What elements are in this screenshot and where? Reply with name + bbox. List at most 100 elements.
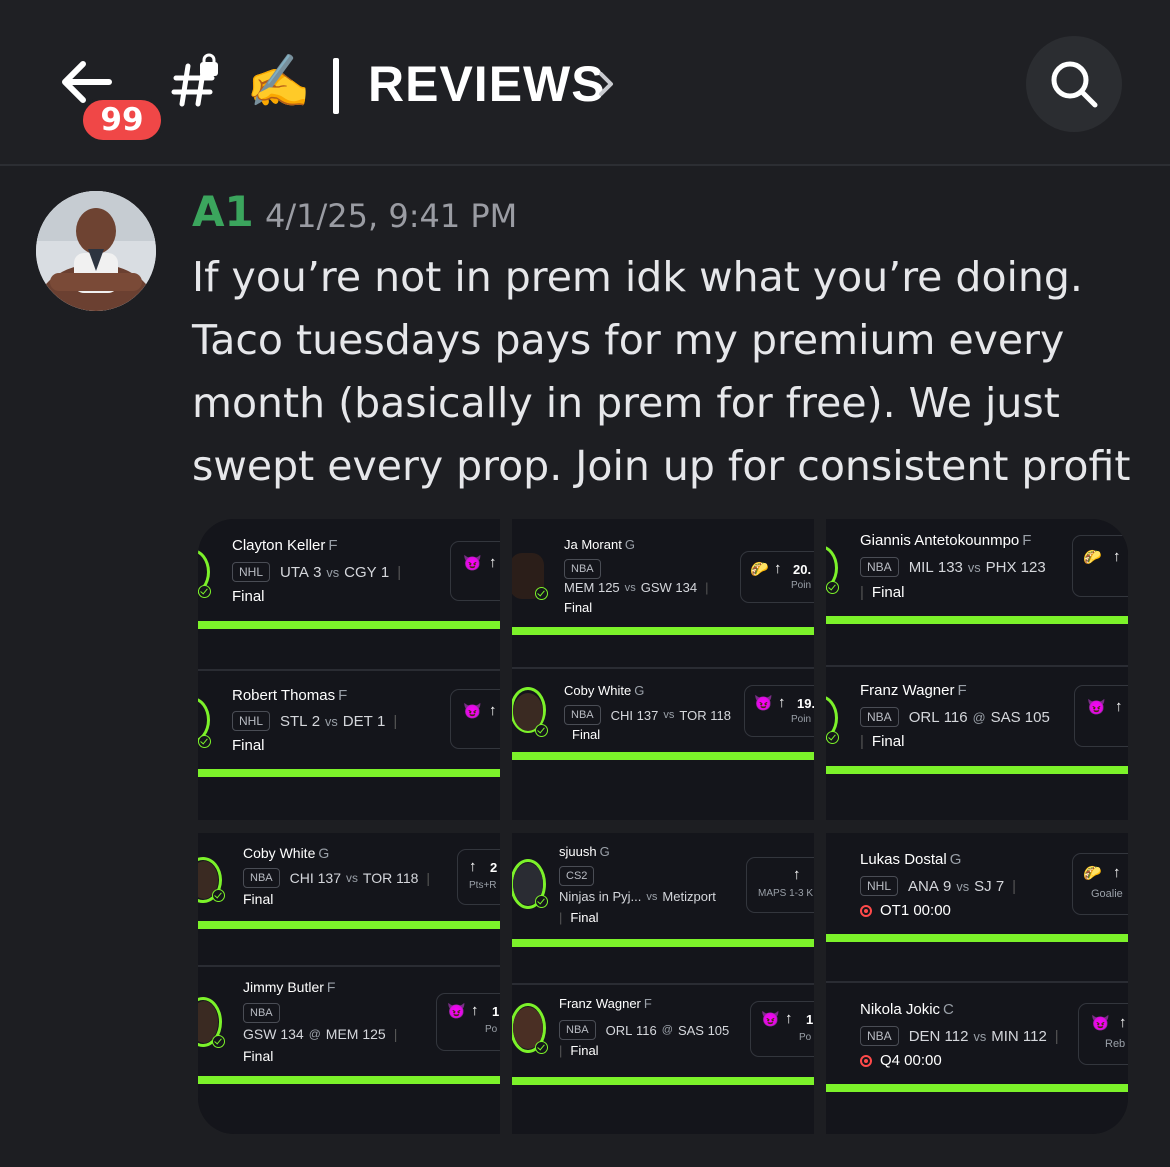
game-score: MEM 125 vs GSW 134 |: [564, 580, 709, 595]
game-line: NBA MIL 133 vs PHX 123: [860, 557, 1046, 577]
player-name: Franz Wagner F: [860, 682, 967, 699]
arrow-up-icon: ↑: [471, 1002, 479, 1019]
live-indicator-icon: [860, 904, 872, 917]
league-tag: NBA: [860, 707, 899, 727]
player-name: Lukas Dostal G: [860, 851, 962, 868]
attachment-image[interactable]: Ja Morant G NBA MEM 125 vs GSW 134 | Final…: [512, 519, 814, 820]
game-line: NHL UTA 3 vs CGY 1 |: [232, 562, 401, 582]
result-bar: [512, 939, 814, 947]
check-icon: [826, 581, 839, 594]
devil-emoji-icon: 😈: [1091, 1015, 1110, 1032]
check-icon: [212, 889, 225, 902]
prop-stat-box: 😈 ↑ 1 Po: [436, 993, 500, 1051]
arrow-up-icon: ↑: [774, 560, 782, 577]
devil-emoji-icon: 😈: [754, 695, 773, 712]
unread-badge: 99: [80, 97, 164, 143]
result-bar: [512, 627, 814, 635]
prop-card: Robert Thomas F NHL STL 2 vs DET 1 | Final…: [198, 671, 500, 820]
author-avatar[interactable]: [36, 191, 156, 311]
player-name: Giannis Antetokounmpo F: [860, 532, 1032, 549]
result-bar: [826, 934, 1128, 942]
prop-card: Coby White G NBA CHI 137 vs TOR 118 | Fina…: [198, 833, 500, 965]
prop-label: Poin: [791, 714, 812, 725]
arrow-up-icon: ↑: [1119, 1014, 1127, 1031]
game-status: | Final: [559, 910, 599, 925]
game-line: CS2: [559, 866, 604, 886]
devil-emoji-icon: 😈: [761, 1011, 780, 1028]
hash-lock-icon: [168, 52, 228, 112]
prop-card: Nikola Jokic C NBA DEN 112 vs MIN 112 | Q4…: [826, 983, 1128, 1134]
game-line: NBA DEN 112 vs MIN 112 |: [860, 1026, 1059, 1046]
attachment-image[interactable]: Giannis Antetokounmpo F NBA MIL 133 vs PH…: [826, 519, 1128, 820]
game-status: Final: [572, 727, 601, 742]
prop-stat-box: 🌮 ↑: [1072, 535, 1128, 597]
prop-card: Giannis Antetokounmpo F NBA MIL 133 vs PH…: [826, 519, 1128, 665]
game-line: NBA ORL 116 @ SAS 105: [559, 1020, 729, 1040]
game-status: Final: [243, 891, 274, 907]
game-status: OT1 00:00: [860, 902, 951, 919]
prop-value: 20.: [793, 562, 812, 577]
prop-card: Lukas Dostal G NHL ANA 9 vs SJ 7 | OT1 00:…: [826, 833, 1128, 981]
prop-label: Po: [799, 1032, 812, 1043]
prop-card: Clayton Keller F NHL UTA 3 vs CGY 1 | Fina…: [198, 519, 500, 669]
prop-card: sjuush G CS2 Ninjas in Pyj... vs Metizpor…: [512, 833, 814, 981]
prop-stat-box: 😈 ↑ 19. Poin: [744, 685, 814, 737]
prop-label: MAPS 1-3 K: [758, 888, 814, 899]
arrow-up-icon: ↑: [1115, 698, 1123, 715]
prop-label: Pts+R: [469, 880, 497, 891]
result-bar: [198, 621, 500, 629]
attachment-image[interactable]: Lukas Dostal G NHL ANA 9 vs SJ 7 | OT1 00:…: [826, 833, 1128, 1134]
player-name: Nikola Jokic C: [860, 1001, 954, 1018]
check-icon: [198, 585, 211, 598]
author-name[interactable]: A1: [192, 186, 254, 238]
league-tag: NBA: [564, 559, 601, 579]
prop-value: 2: [490, 860, 498, 875]
league-tag: CS2: [559, 866, 595, 886]
game-status: Final: [232, 588, 265, 605]
attachment-image[interactable]: Coby White G NBA CHI 137 vs TOR 118 | Fina…: [198, 833, 500, 1134]
chevron-right-icon[interactable]: [596, 66, 618, 102]
check-icon: [535, 895, 548, 908]
arrow-up-icon: ↑: [489, 702, 497, 719]
prop-stat-box: ↑ 2 Pts+R: [457, 849, 500, 905]
attachment-image[interactable]: sjuush G CS2 Ninjas in Pyj... vs Metizpor…: [512, 833, 814, 1134]
prop-stat-box: 😈 ↑ 1 Po: [750, 1001, 814, 1057]
prop-label: Reb: [1105, 1038, 1126, 1050]
check-icon: [535, 587, 548, 600]
game-line: NBA CHI 137 vs TOR 118: [564, 705, 731, 725]
attachment-image[interactable]: Clayton Keller F NHL UTA 3 vs CGY 1 | Fina…: [198, 519, 500, 820]
arrow-up-icon: ↑: [785, 1010, 793, 1027]
image-attachments-grid[interactable]: Clayton Keller F NHL UTA 3 vs CGY 1 | Fina…: [198, 519, 1128, 1134]
arrow-up-icon: ↑: [469, 858, 477, 875]
check-icon: [198, 735, 211, 748]
prop-stat-box: 😈 ↑: [450, 689, 500, 749]
game-line: NHL STL 2 vs DET 1 |: [232, 711, 397, 731]
game-status: Q4 00:00: [860, 1052, 942, 1069]
game-status: | Final: [860, 733, 905, 750]
devil-emoji-icon: 😈: [1087, 699, 1106, 716]
prop-stat-box: ↑ MAPS 1-3 K: [746, 857, 814, 913]
player-name: Franz Wagner F: [559, 996, 652, 1011]
taco-emoji-icon: 🌮: [1083, 549, 1102, 566]
taco-emoji-icon: 🌮: [750, 561, 769, 578]
game-status: Final: [232, 737, 265, 754]
player-name: Coby White G: [564, 683, 645, 698]
result-bar: [826, 1084, 1128, 1092]
game-status: Final: [564, 600, 593, 615]
prop-card: Jimmy Butler F NBA GSW 134 @ MEM 125 | Fin…: [198, 967, 500, 1134]
writing-hand-emoji: ✍️: [246, 52, 311, 112]
result-bar: [198, 769, 500, 777]
devil-emoji-icon: 😈: [463, 555, 482, 572]
league-tag: NHL: [860, 876, 899, 896]
search-button[interactable]: [1026, 36, 1122, 132]
search-icon: [1051, 61, 1098, 108]
arrow-up-icon: ↑: [1113, 548, 1121, 565]
game-status: | Final: [559, 1043, 599, 1058]
player-name: Ja Morant G: [564, 537, 635, 552]
result-bar: [198, 921, 500, 929]
channel-header: 99 ✍️ REVIEWS: [0, 0, 1170, 166]
check-icon: [535, 1041, 548, 1054]
channel-name[interactable]: REVIEWS: [368, 52, 606, 116]
league-tag: NBA: [860, 557, 899, 577]
game-status: Final: [243, 1048, 274, 1064]
